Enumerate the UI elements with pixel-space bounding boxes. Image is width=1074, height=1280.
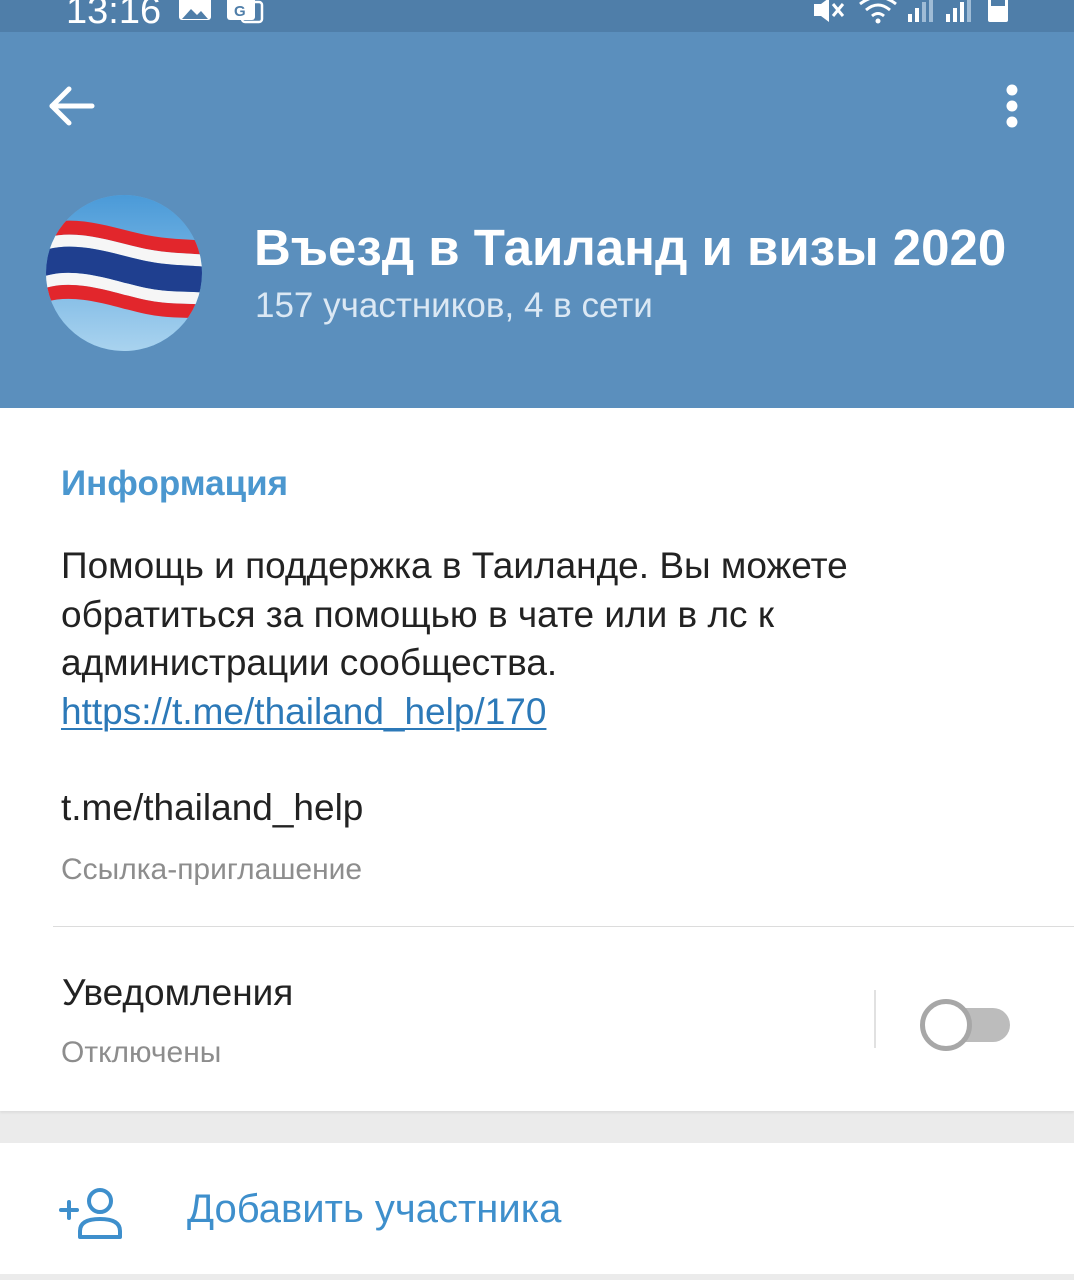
group-avatar[interactable]	[46, 195, 202, 351]
notifications-state: Отключены	[61, 1036, 222, 1069]
chat-title: Въезд в Таиланд и визы 2020	[254, 219, 1007, 276]
wifi-icon	[859, 0, 897, 24]
add-member-label: Добавить участника	[187, 1187, 562, 1231]
more-options-button[interactable]	[984, 74, 1040, 138]
bottom-divider	[0, 1274, 1074, 1280]
status-time: 13:16	[66, 0, 162, 32]
arrow-left-icon	[49, 86, 95, 126]
invite-link[interactable]: t.me/thailand_help	[61, 784, 363, 832]
chat-header: Въезд в Таиланд и визы 2020 157 участник…	[0, 32, 1074, 408]
vertical-separator	[874, 990, 876, 1048]
signal-icon	[946, 0, 971, 22]
svg-text:G: G	[234, 3, 246, 20]
group-description: Помощь и поддержка в Таиланде. Вы можете…	[61, 542, 1051, 736]
notifications-label: Уведомления	[62, 972, 294, 1013]
battery-icon	[988, 0, 1008, 22]
toggle-knob	[920, 999, 972, 1051]
add-user-icon	[59, 1188, 122, 1239]
members-status: 157 участников, 4 в сети	[255, 286, 653, 325]
translate-icon: G	[227, 0, 264, 24]
back-button[interactable]	[36, 74, 108, 138]
status-bar: 13:16 G	[0, 0, 1074, 32]
invite-link-caption: Ссылка-приглашение	[61, 853, 363, 886]
mute-icon	[814, 0, 845, 22]
description-link[interactable]: https://t.me/thailand_help/170	[61, 691, 546, 732]
section-title-info: Информация	[61, 464, 289, 503]
description-text: Помощь и поддержка в Таиланде. Вы можете…	[61, 545, 848, 683]
info-section: Информация Помощь и поддержка в Таиланде…	[0, 408, 1074, 1111]
more-vertical-icon	[1006, 84, 1018, 128]
signal-icon	[908, 0, 933, 22]
image-icon	[179, 0, 211, 20]
notifications-toggle[interactable]	[920, 998, 1012, 1052]
thai-flag-image	[46, 195, 202, 351]
add-member-button[interactable]: Добавить участника	[0, 1143, 1074, 1280]
notifications-row[interactable]: Уведомления Отключены	[0, 927, 1074, 1111]
